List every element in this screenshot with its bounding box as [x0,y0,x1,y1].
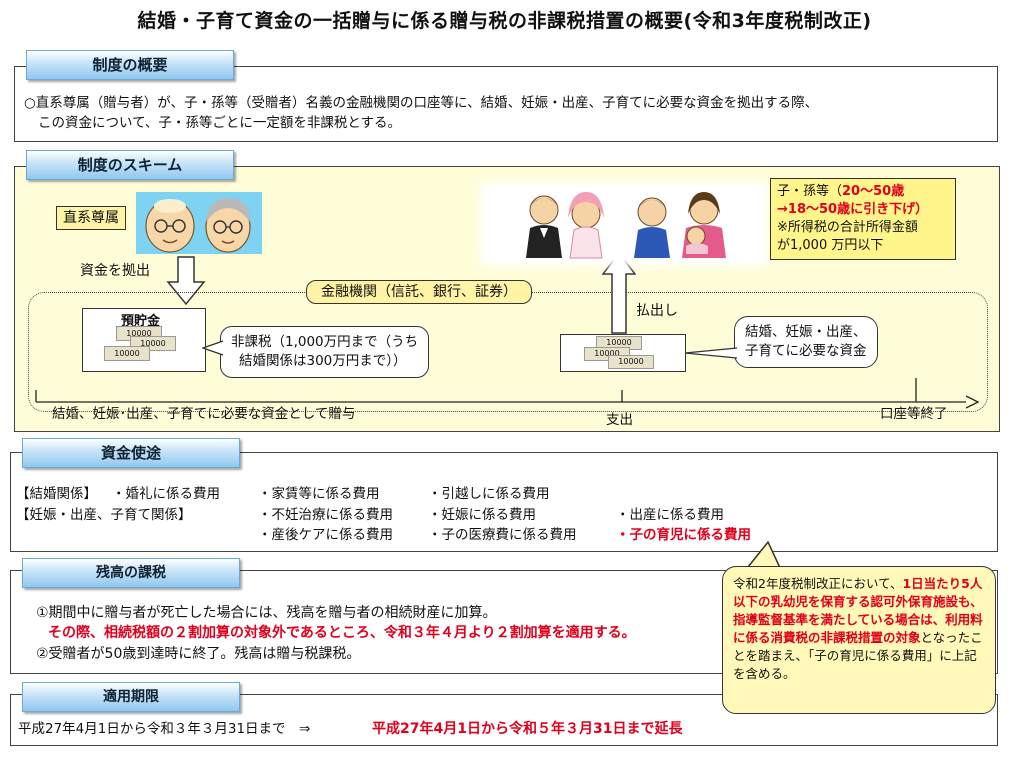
payout-bills-icon: 10000 10000 10000 [580,336,660,369]
father-icon [634,197,670,258]
recipient-note: 子・孫等（20～50歳 →18～50歳に引き下げ） ※所得税の合計所得金額 が1… [770,178,956,260]
recipient-age: 20～50歳 [842,184,905,199]
tab-overview: 制度の概要 [26,50,234,80]
uses-child-item-1: ・不妊治療に係る費用 [258,507,393,523]
payout-label: 払出し [636,303,678,319]
families-illustration [486,188,762,260]
period-text: 平成27年4月1日から令和３年３月31日まで ⇒ [18,721,311,737]
callout-p1: 令和2年度税制改正において、 [733,576,903,591]
grandparents-illustration [136,192,262,254]
uses-child-item-new: ・子の育児に係る費用 [616,527,751,543]
uses-child-item-2: ・妊娠に係る費用 [428,507,536,523]
grandmother-icon [205,198,251,253]
recipient-income1: ※所得税の合計所得金額 [777,220,918,235]
uses-marriage-item-3: ・引越しに係る費用 [428,486,550,502]
callout-note: 令和2年度税制改正において、1日当たり5人以下の乳幼児を保育する認可外保育施設も… [722,566,996,714]
needs-pointer [684,347,738,359]
recipient-income2: が1,000 万円以下 [777,238,884,253]
needs-line2: 子育てに必要な資金 [745,343,867,359]
tab-scheme: 制度のスキーム [26,150,234,180]
page-title: 結婚・子育て資金の一括贈与に係る贈与税の非課税措置の概要(令和3年度税制改正) [137,10,872,32]
uses-child-label: 【妊娠・出産、子育て関係】 [16,507,192,523]
bubble-pointer [202,340,224,356]
recipient-change: →18～50歳に引き下げ） [777,202,929,217]
uses-marriage-item-2: ・家賃等に係る費用 [258,486,380,502]
timeline-gift: 結婚、妊娠･出産、子育てに必要な資金として贈与 [52,406,356,422]
uses-child-item-3: ・出産に係る費用 [616,507,724,523]
uses-child-item-5: ・子の医療費に係る費用 [428,527,577,543]
period-extended: 平成27年4月1日から令和５年３月31日まで延長 [372,721,683,737]
grandfather-icon [145,199,195,253]
balance-item1-red: その際、相続税額の２割加算の対象外であるところ、令和３年４月より２割加算を適用す… [48,625,636,641]
direct-ascendant-label: 直系尊属 [56,206,126,230]
nontax-line1: 非課税（1,000万円まで（うち [231,334,419,350]
groom-icon [526,195,562,258]
overview-line2: この資金について、子・孫等ごとに一定額を非課税とする。 [38,115,402,131]
overview-line1: ○直系尊属（贈与者）が、子・孫等（受贈者）名義の金融機関の口座等に、結婚、妊娠・… [24,95,819,111]
needs-line1: 結婚、妊娠・出産、 [745,324,867,340]
balance-item1: ①期間中に贈与者が死亡した場合には、残高を贈与者の相続財産に加算。 [36,605,497,621]
recipient-prefix: 子・孫等（ [777,184,843,199]
uses-marriage-label: 【結婚関係】 [16,486,97,502]
up-arrow-icon [602,252,636,334]
timeline-end: 口座等終了 [880,406,948,422]
tab-period: 適用期限 [22,682,240,712]
bank-label: 金融機関（信託、銀行、証券） [306,280,532,304]
bride-icon [568,192,604,259]
tab-balance: 残高の課税 [22,558,240,588]
fund-label: 資金を拠出 [80,263,150,279]
needs-bubble: 結婚、妊娠・出産、 子育てに必要な資金 [734,316,878,368]
nontax-bubble: 非課税（1,000万円まで（うち 結婚関係は300万円まで）） [220,326,430,378]
tab-uses: 資金使途 [22,438,240,468]
nontax-line2: 結婚関係は300万円まで）） [239,353,407,369]
balance-item2: ②受贈者が50歳到達時に終了。残高は贈与税課税。 [36,646,361,662]
mother-with-baby-icon [682,192,726,258]
uses-marriage-item-1: ・婚礼に係る費用 [112,486,220,502]
uses-child-item-4: ・産後ケアに係る費用 [258,527,393,543]
money-bills-icon: 10000 10000 10000 [100,326,180,364]
timeline-payout: 支出 [606,412,633,428]
